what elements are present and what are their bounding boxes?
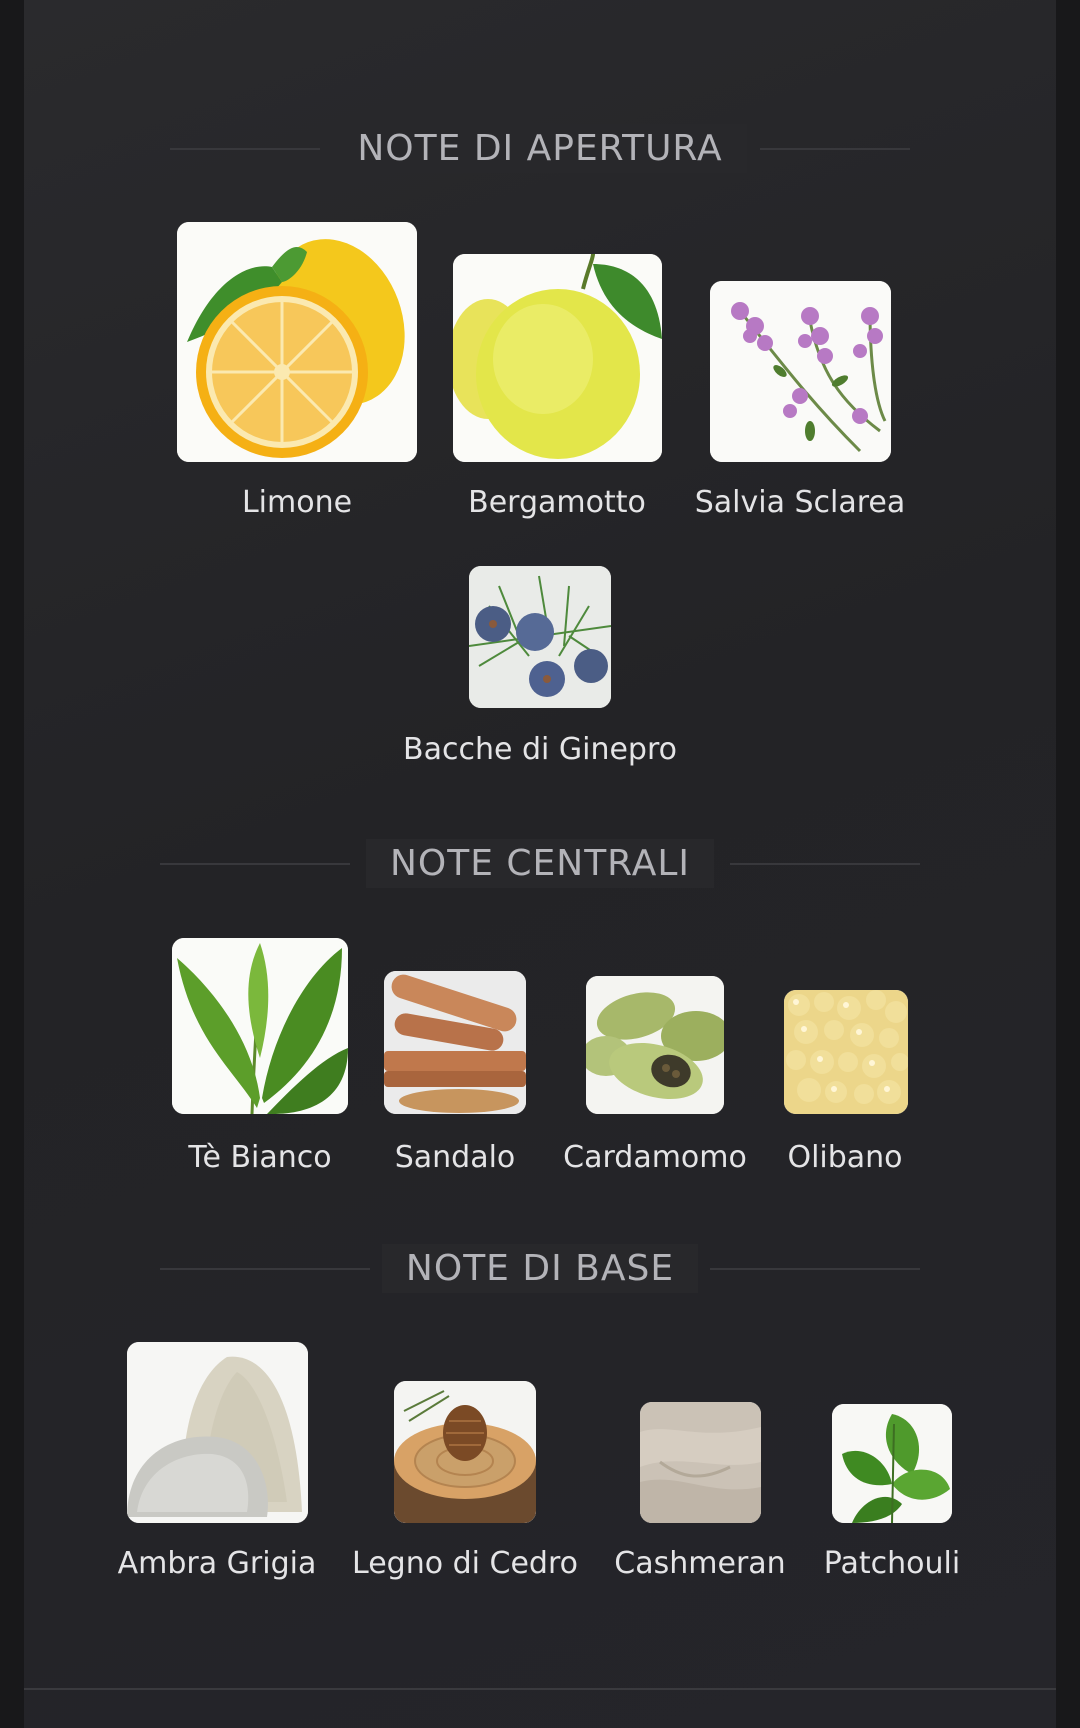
sandalwood-icon (384, 971, 526, 1114)
section-title: NOTE CENTRALI (365, 839, 715, 888)
section-title: NOTE DI BASE (381, 1244, 699, 1293)
lemon-icon (177, 222, 417, 462)
section-header-base-notes: NOTE DI BASE (0, 1234, 1080, 1304)
section-header-top-notes: NOTE DI APERTURA (0, 114, 1080, 184)
note-label: Cardamomo (563, 1140, 747, 1175)
note-label: Tè Bianco (188, 1140, 332, 1175)
white-tea-icon (172, 938, 348, 1114)
bergamot-icon (453, 254, 662, 462)
note-label: Olibano (787, 1140, 903, 1175)
patchouli-icon (832, 1404, 952, 1523)
note-label: Bacche di Ginepro (403, 732, 677, 767)
bottom-divider (24, 1688, 1056, 1690)
cardamom-icon (586, 976, 724, 1114)
juniper-berries-icon (469, 566, 611, 708)
section-title: NOTE DI APERTURA (333, 124, 747, 173)
note-label: Ambra Grigia (117, 1546, 317, 1581)
clary-sage-icon (710, 281, 891, 462)
ambergris-icon (127, 1342, 308, 1523)
frankincense-icon (784, 990, 908, 1114)
note-label: Cashmeran (614, 1546, 786, 1581)
note-label: Legno di Cedro (352, 1546, 578, 1581)
note-label: Sandalo (394, 1140, 516, 1175)
note-label: Bergamotto (468, 485, 646, 520)
note-label: Salvia Sclarea (694, 485, 906, 520)
section-header-heart-notes: NOTE CENTRALI (0, 829, 1080, 899)
note-label: Patchouli (823, 1546, 961, 1581)
cashmeran-icon (640, 1402, 761, 1523)
cedarwood-icon (394, 1381, 536, 1523)
note-label: Limone (241, 485, 353, 520)
